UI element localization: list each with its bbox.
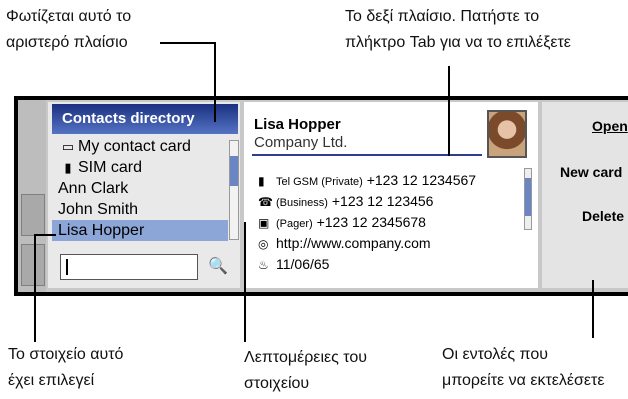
callout-right-pane-line1: Το δεξί πλαίσιο. Πατήστε το: [345, 8, 540, 25]
list-item-lisa-hopper-selected[interactable]: Lisa Hopper: [52, 220, 228, 241]
text-caret: [66, 259, 68, 275]
detail-web[interactable]: ◎ http://www.company.com: [258, 235, 431, 251]
avatar: [487, 110, 527, 158]
callout-details-line1: Λεπτομέρειες του: [244, 349, 368, 366]
signal-indicator-icon: [21, 194, 45, 236]
contacts-scrollbar[interactable]: [229, 140, 239, 240]
contact-name: Lisa Hopper: [254, 116, 341, 133]
detail-business[interactable]: ☎ (Business) +123 12 123456: [258, 193, 433, 209]
fax-icon: ☎: [258, 195, 273, 209]
list-item-label: Lisa Hopper: [58, 222, 145, 239]
delete-button[interactable]: Delete: [582, 208, 624, 224]
web-icon: ◎: [258, 237, 269, 251]
detail-mobile[interactable]: ▮ Tel GSM (Private) +123 12 1234567: [258, 172, 476, 188]
sim-card-icon: ▮: [64, 160, 72, 175]
list-item-ann-clark[interactable]: Ann Clark: [52, 178, 228, 199]
leader-line: [448, 66, 450, 156]
leader-line: [160, 42, 216, 44]
callout-commands-line1: Οι εντολές που: [442, 346, 549, 363]
list-item-label: John Smith: [58, 201, 139, 218]
callout-right-pane-line2: πλήκτρο Tab για να το επιλέξετε: [345, 34, 571, 51]
new-card-button[interactable]: New card: [560, 164, 622, 180]
list-item-john-smith[interactable]: John Smith: [52, 199, 228, 220]
list-item-my-contact-card[interactable]: ▭ My contact card: [52, 136, 228, 157]
list-item-label: My contact card: [78, 138, 191, 155]
birthday-icon: ♨: [258, 258, 269, 272]
battery-indicator-icon: [21, 244, 45, 286]
leader-line: [214, 42, 216, 122]
callout-commands-line2: μπορείτε να εκτελέσετε: [442, 372, 605, 389]
detail-birthday[interactable]: ♨ 11/06/65: [258, 256, 329, 272]
list-item-sim-card[interactable]: ▮ SIM card: [52, 157, 228, 178]
callout-selected-line1: Το στοιχείο αυτό: [8, 346, 124, 363]
leader-line: [592, 280, 594, 338]
details-scroll-thumb[interactable]: [525, 178, 531, 216]
search-icon[interactable]: 🔍: [204, 254, 232, 280]
contact-list: ▭ My contact card ▮ SIM card Ann Clark Joh…: [52, 136, 228, 241]
callout-left-pane-line1: Φωτίζεται αυτό το: [6, 8, 132, 25]
leader-line: [34, 234, 36, 342]
contacts-scroll-thumb[interactable]: [230, 156, 238, 186]
callout-left-pane-line2: αριστερό πλαίσιο: [6, 34, 128, 51]
list-item-label: Ann Clark: [58, 180, 129, 197]
mobile-phone-icon: ▮: [258, 174, 265, 188]
leader-line: [244, 222, 246, 342]
open-button[interactable]: Open: [592, 118, 628, 134]
leader-line: [34, 234, 56, 236]
contact-card-icon: ▭: [61, 139, 75, 154]
callout-details-line2: στοιχείου: [244, 375, 310, 392]
contact-company: Company Ltd.: [254, 134, 348, 151]
detail-pager[interactable]: ▣ (Pager) +123 12 2345678: [258, 214, 426, 230]
pager-icon: ▣: [258, 216, 270, 230]
search-input[interactable]: [60, 254, 198, 280]
callout-selected-line2: έχει επιλεγεί: [8, 372, 95, 389]
contacts-directory-title: Contacts directory: [52, 104, 238, 134]
list-item-label: SIM card: [78, 159, 143, 176]
